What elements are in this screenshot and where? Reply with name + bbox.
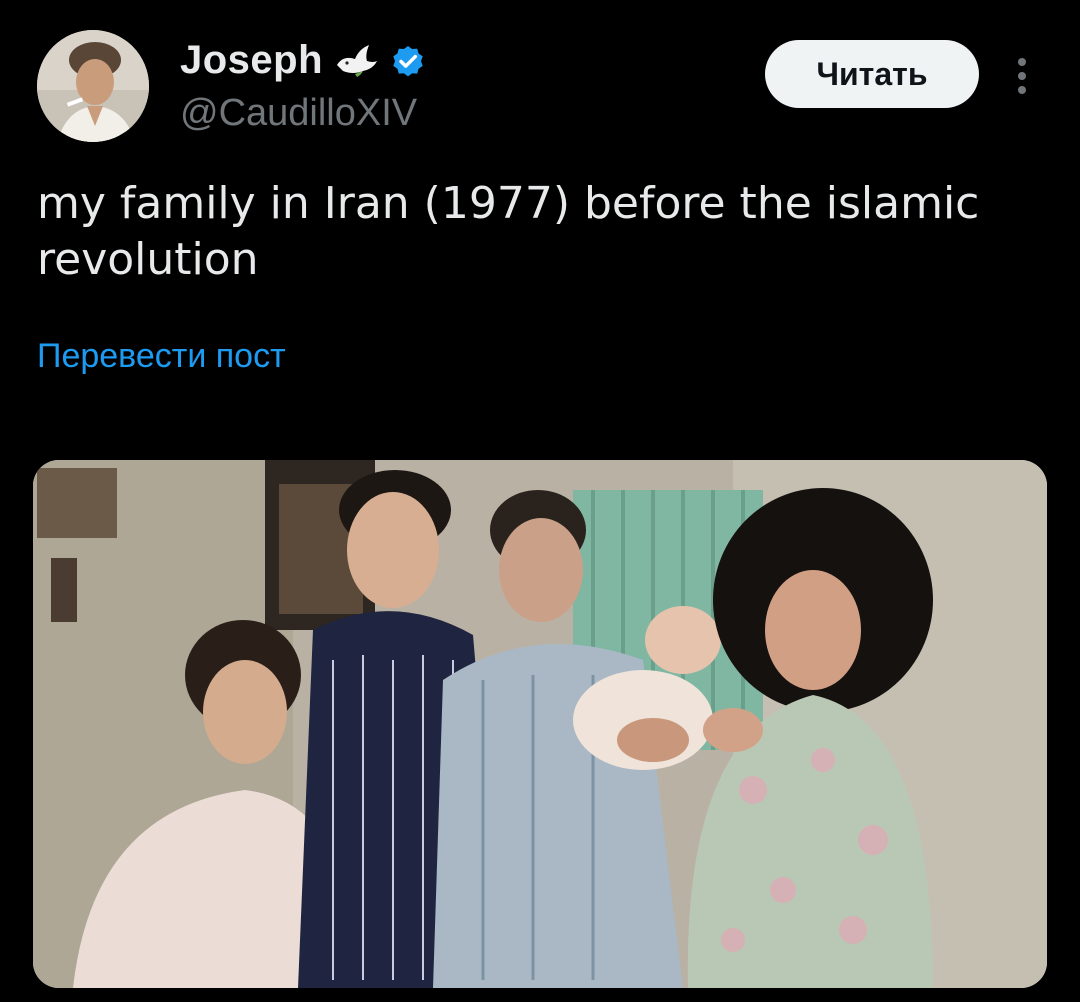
- dove-icon: [333, 41, 379, 81]
- tweet-photo[interactable]: [33, 460, 1047, 988]
- avatar-image: [37, 30, 149, 142]
- translate-post-link[interactable]: Перевести пост: [37, 337, 286, 376]
- author-handle[interactable]: @CaudilloXIV: [180, 92, 417, 135]
- author-name[interactable]: Joseph: [180, 38, 323, 83]
- tweet-view: Joseph @CaudilloXIV Читать my family in …: [0, 0, 1080, 1002]
- verified-badge-icon[interactable]: [389, 42, 427, 80]
- more-vertical-icon[interactable]: [1010, 52, 1034, 100]
- avatar[interactable]: [37, 30, 149, 142]
- author-name-row: Joseph: [180, 38, 427, 83]
- tweet-text: my family in Iran (1977) before the isla…: [37, 178, 980, 285]
- family-photo-image: [33, 460, 1047, 988]
- follow-button[interactable]: Читать: [765, 40, 979, 108]
